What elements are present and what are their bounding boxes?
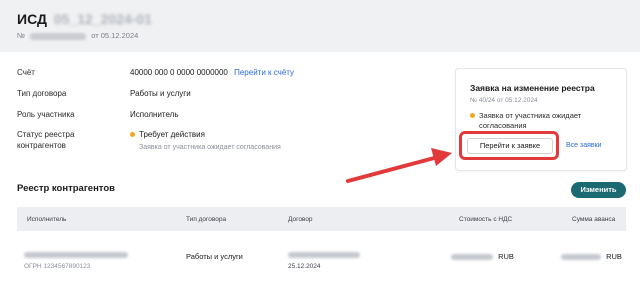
row-advance: RUB <box>561 252 622 261</box>
column-header-cost: Стоимость с НДС <box>459 216 513 223</box>
column-header-contractor: Исполнитель <box>27 216 67 223</box>
edit-registry-button[interactable]: Изменить <box>571 182 626 198</box>
registry-title: Реестр контрагентов <box>17 183 115 194</box>
registry-table-header: Исполнитель Тип договора Договор Стоимос… <box>17 207 626 231</box>
column-header-advance: Сумма аванса <box>572 216 616 223</box>
row-advance-currency: RUB <box>606 252 622 261</box>
row-cost-currency: RUB <box>498 252 514 261</box>
contractor-ogrn: ОГРН 1234567890123 <box>24 263 91 270</box>
column-header-contract-type: Тип договора <box>186 216 227 223</box>
contractor-name-blurred <box>24 250 128 259</box>
contract-name-blurred <box>288 250 360 259</box>
row-cost: RUB <box>451 252 514 261</box>
column-header-contract: Договор <box>288 216 313 223</box>
row-contract-type: Работы и услуги <box>186 252 243 261</box>
row-contract-date: 25.12.2024 <box>288 263 321 270</box>
